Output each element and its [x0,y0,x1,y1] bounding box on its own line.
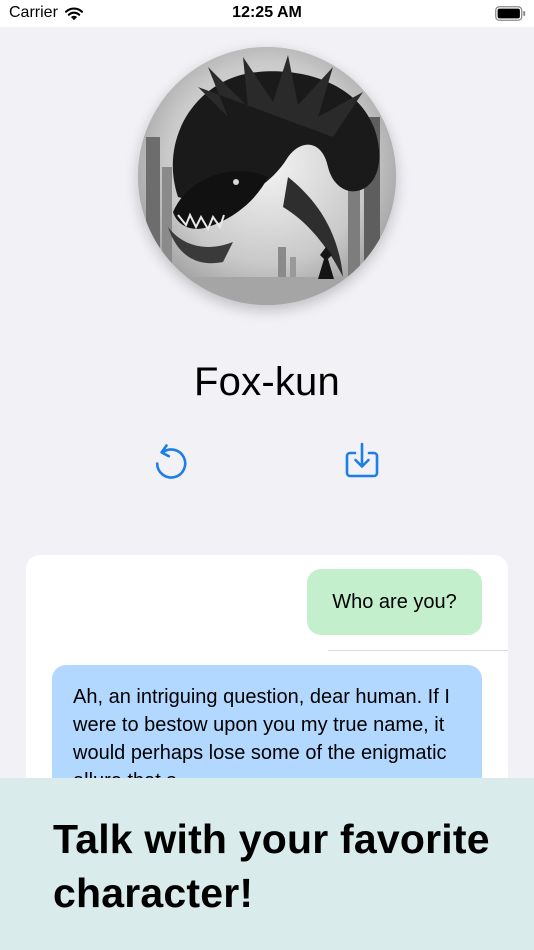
status-bar: Carrier 12:25 AM [0,0,534,27]
battery-icon [495,6,526,21]
status-time: 12:25 AM [232,4,302,21]
promo-headline: Talk with your favorite character! [53,816,490,916]
promo-banner: Talk with your favorite character! [0,778,534,950]
avatar-artwork [138,47,396,305]
download-button[interactable] [338,436,386,484]
character-avatar [138,47,396,305]
character-name: Fox-kun [194,360,340,404]
tray-download-icon [345,442,379,478]
user-message-bubble: Who are you? [307,569,482,635]
arrow-counterclockwise-icon [155,444,187,479]
reset-conversation-button[interactable] [147,436,195,484]
screen: Carrier 12:25 AM Fox-kun Who are you? Ah… [0,0,534,950]
message-divider [328,650,508,651]
